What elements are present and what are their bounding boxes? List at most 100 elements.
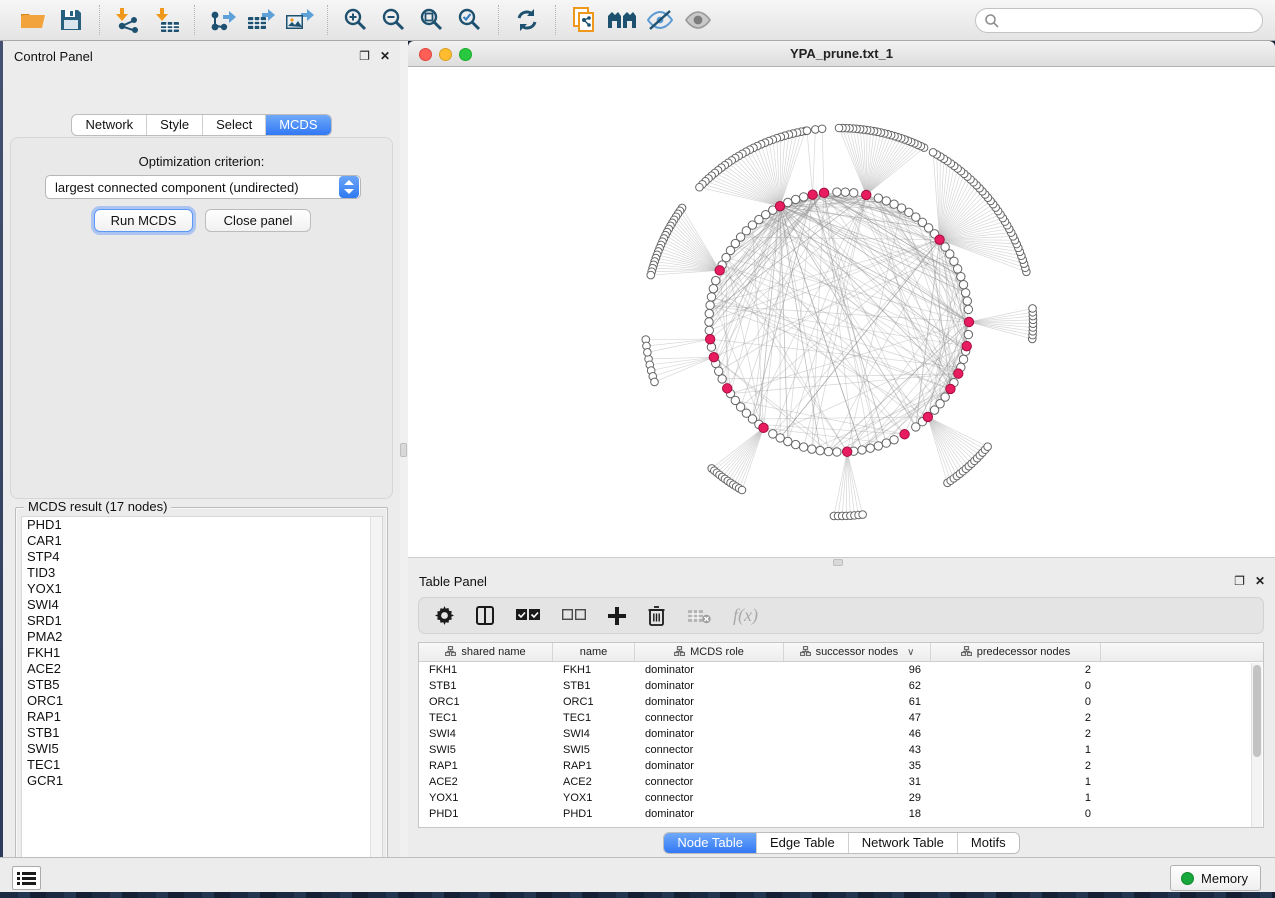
mcds-list-scrollbar[interactable] (370, 517, 382, 872)
table-row[interactable]: STB1STB1dominator620 (419, 678, 1263, 694)
splitter-grip[interactable] (400, 443, 407, 457)
task-history-button[interactable] (12, 866, 41, 890)
deselect-all-rows-icon[interactable] (562, 609, 586, 622)
network-node[interactable] (850, 189, 858, 197)
close-panel-icon[interactable]: ✕ (1255, 575, 1265, 587)
tab-node-table[interactable]: Node Table (664, 833, 756, 853)
mcds-result-item[interactable]: FKH1 (22, 645, 382, 661)
open-file-icon[interactable] (14, 3, 52, 37)
column-header-successor-nodes[interactable]: successor nodes∨ (784, 643, 931, 661)
network-node[interactable] (890, 200, 898, 208)
network-node[interactable] (858, 446, 866, 454)
float-panel-icon[interactable]: ❐ (1234, 575, 1245, 587)
table-row[interactable]: RAP1RAP1dominator352 (419, 758, 1263, 774)
network-node[interactable] (874, 194, 882, 202)
import-table-icon[interactable] (147, 3, 185, 37)
table-row[interactable]: SWI4SWI4dominator462 (419, 726, 1263, 742)
network-node[interactable] (959, 355, 967, 363)
network-node[interactable] (835, 124, 843, 132)
network-node[interactable] (859, 511, 867, 519)
network-node[interactable] (957, 272, 965, 280)
zoom-selected-icon[interactable] (451, 3, 489, 37)
hide-selected-icon[interactable] (641, 3, 679, 37)
tab-edge-table[interactable]: Edge Table (756, 833, 848, 853)
mcds-node[interactable] (759, 423, 768, 432)
network-node[interactable] (890, 436, 898, 444)
network-node[interactable] (961, 289, 969, 297)
mcds-result-item[interactable]: ACE2 (22, 661, 382, 677)
table-row[interactable]: TEC1TEC1connector472 (419, 710, 1263, 726)
table-row[interactable]: YOX1YOX1connector291 (419, 790, 1263, 806)
mcds-result-item[interactable]: STP4 (22, 549, 382, 565)
mcds-node[interactable] (705, 334, 714, 343)
table-settings-icon[interactable] (435, 606, 454, 625)
mcds-node[interactable] (808, 190, 817, 199)
network-node[interactable] (882, 197, 890, 205)
mcds-result-item[interactable]: CAR1 (22, 533, 382, 549)
network-node[interactable] (808, 445, 816, 453)
mcds-node[interactable] (964, 317, 973, 326)
network-node[interactable] (707, 293, 715, 301)
network-node[interactable] (941, 393, 949, 401)
network-window-titlebar[interactable]: YPA_prune.txt_1 (408, 41, 1275, 67)
mcds-result-item[interactable]: ORC1 (22, 693, 382, 709)
mcds-result-item[interactable]: STB5 (22, 677, 382, 693)
tab-mcds[interactable]: MCDS (265, 115, 330, 135)
mcds-result-item[interactable]: TEC1 (22, 757, 382, 773)
network-node[interactable] (866, 444, 874, 452)
export-image-icon[interactable] (280, 3, 318, 37)
close-panel-icon[interactable]: ✕ (380, 50, 390, 62)
table-row[interactable]: ORC1ORC1dominator610 (419, 694, 1263, 710)
network-node[interactable] (705, 309, 713, 317)
search-input[interactable] (975, 8, 1263, 33)
zoom-fit-icon[interactable] (413, 3, 451, 37)
mcds-node[interactable] (819, 188, 828, 197)
network-node[interactable] (696, 183, 704, 191)
network-node[interactable] (984, 443, 992, 451)
network-node[interactable] (803, 127, 811, 135)
mcds-node[interactable] (842, 447, 851, 456)
mcds-result-item[interactable]: STB1 (22, 725, 382, 741)
network-node[interactable] (705, 318, 713, 326)
optimization-criterion-select[interactable]: largest connected component (undirected) (45, 175, 361, 199)
table-row[interactable]: PHD1PHD1dominator180 (419, 806, 1263, 822)
add-row-icon[interactable] (608, 607, 626, 625)
network-node[interactable] (959, 280, 967, 288)
mcds-result-item[interactable]: PMA2 (22, 629, 382, 645)
mcds-node[interactable] (775, 201, 784, 210)
mcds-node[interactable] (946, 384, 955, 393)
show-all-icon[interactable] (679, 3, 717, 37)
network-node[interactable] (824, 447, 832, 455)
network-node[interactable] (791, 440, 799, 448)
mcds-result-item[interactable]: SRD1 (22, 613, 382, 629)
mcds-result-item[interactable]: SWI5 (22, 741, 382, 757)
horizontal-splitter[interactable] (408, 557, 1275, 566)
mcds-result-item[interactable]: SWI4 (22, 597, 382, 613)
import-network-icon[interactable] (109, 3, 147, 37)
column-header-name[interactable]: name (553, 643, 635, 661)
tab-network-table[interactable]: Network Table (848, 833, 957, 853)
tab-style[interactable]: Style (146, 115, 202, 135)
table-row[interactable]: ACE2ACE2connector311 (419, 774, 1263, 790)
run-mcds-button[interactable]: Run MCDS (94, 209, 193, 232)
mcds-node[interactable] (709, 352, 718, 361)
network-node[interactable] (714, 367, 722, 375)
export-network-icon[interactable] (204, 3, 242, 37)
zoom-out-icon[interactable] (375, 3, 413, 37)
network-node[interactable] (964, 305, 972, 313)
network-node[interactable] (816, 446, 824, 454)
network-node[interactable] (644, 349, 652, 357)
mcds-node[interactable] (723, 384, 732, 393)
mcds-node[interactable] (923, 412, 932, 421)
network-node[interactable] (651, 378, 659, 386)
tab-network[interactable]: Network (72, 115, 146, 135)
network-node[interactable] (706, 301, 714, 309)
mcds-node[interactable] (935, 235, 944, 244)
network-node[interactable] (833, 448, 841, 456)
save-session-icon[interactable] (52, 3, 90, 37)
network-node[interactable] (718, 375, 726, 383)
select-all-rows-icon[interactable] (516, 609, 540, 622)
column-header-predecessor-nodes[interactable]: predecessor nodes (931, 643, 1101, 661)
refresh-view-icon[interactable] (508, 3, 546, 37)
mcds-result-item[interactable]: YOX1 (22, 581, 382, 597)
